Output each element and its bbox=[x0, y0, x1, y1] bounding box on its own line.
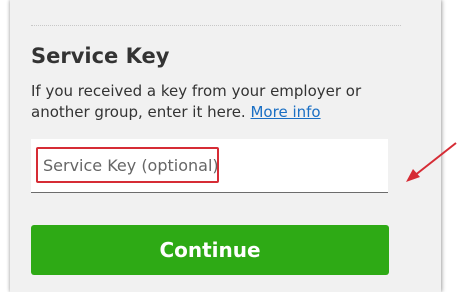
continue-button[interactable]: Continue bbox=[31, 225, 389, 275]
service-key-input-placeholder[interactable]: Service Key (optional) bbox=[43, 156, 219, 175]
service-key-field[interactable]: Service Key (optional) bbox=[31, 139, 388, 193]
more-info-link[interactable]: More info bbox=[250, 103, 320, 121]
section-divider bbox=[31, 25, 401, 26]
screenshot-stage: Service Key If you received a key from y… bbox=[0, 0, 458, 292]
section-description: If you received a key from your employer… bbox=[31, 81, 391, 123]
section-title: Service Key bbox=[31, 44, 170, 68]
service-key-card: Service Key If you received a key from y… bbox=[10, 0, 441, 292]
